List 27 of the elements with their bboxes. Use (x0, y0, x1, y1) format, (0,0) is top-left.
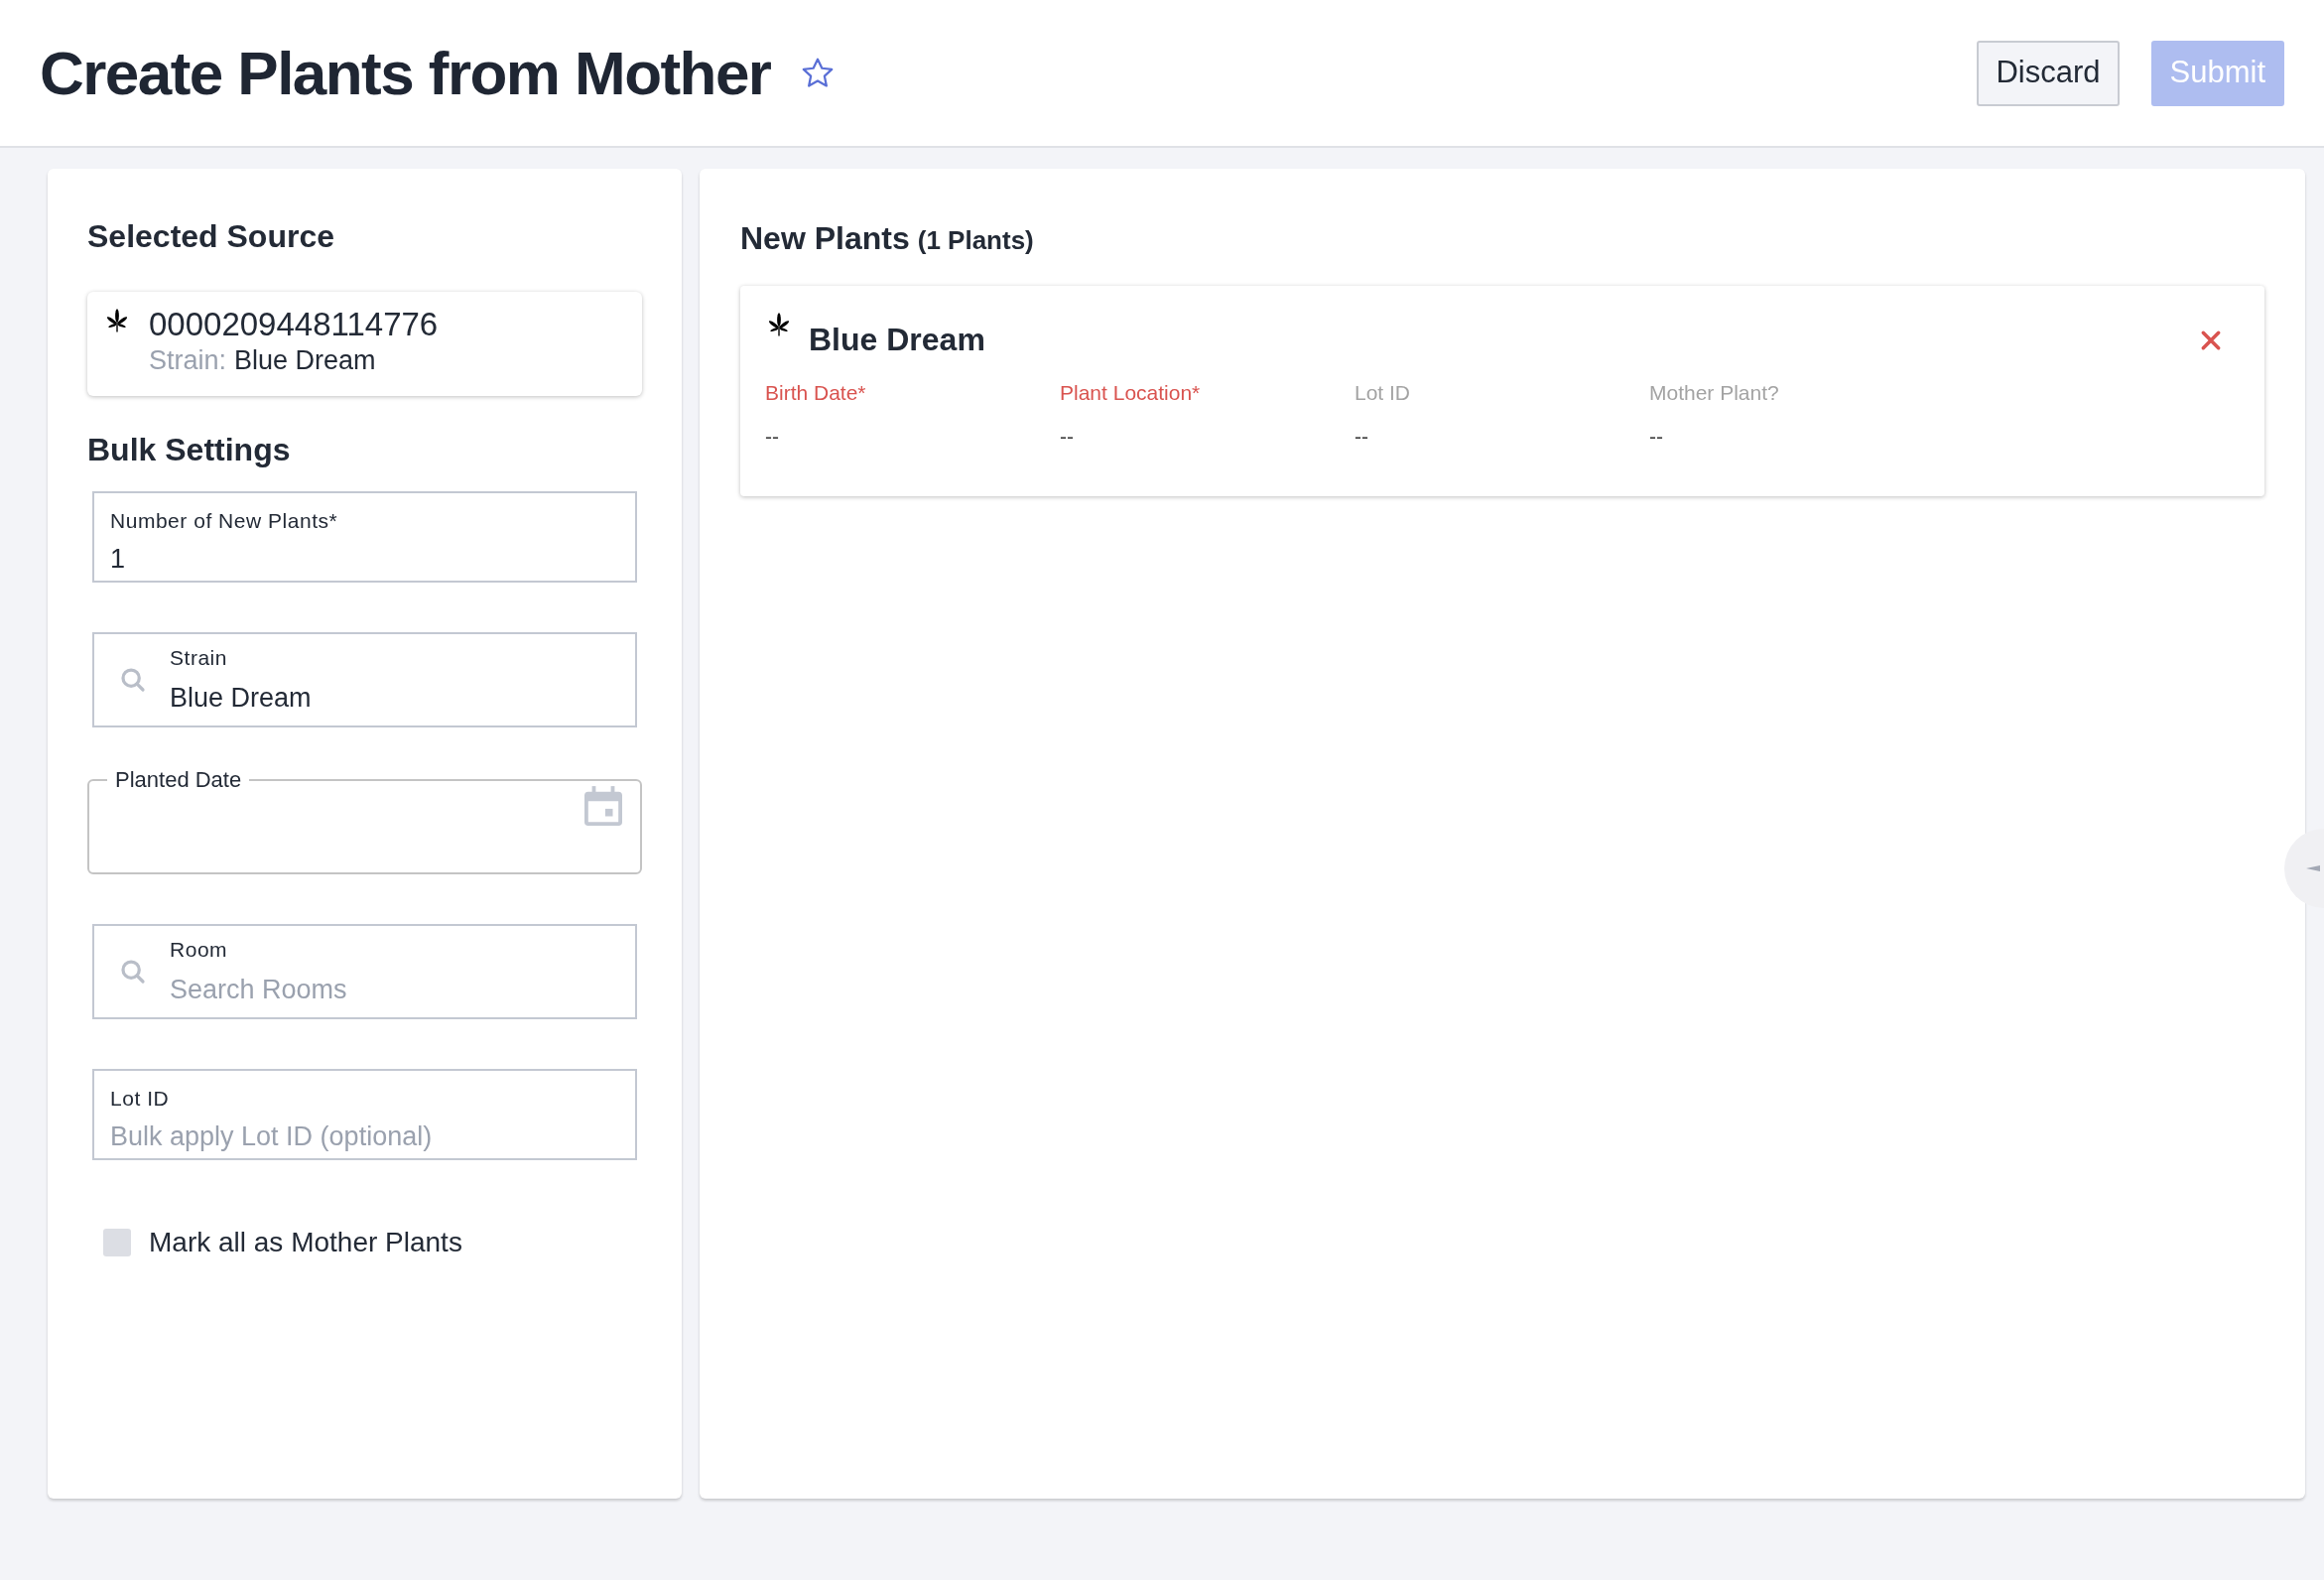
search-field[interactable]: Room Search Rooms (92, 924, 637, 1019)
section-heading: New Plants (740, 219, 910, 258)
close-icon (2200, 329, 2222, 351)
field-label: Mother Plant? (1649, 380, 1780, 406)
page-title: Create Plants from Mother (40, 38, 771, 109)
calendar-icon (584, 786, 622, 828)
field-label: Plant Location* (1060, 380, 1202, 406)
field-value: -- (765, 423, 780, 450)
text-field[interactable]: Number of New Plants* 1 (92, 491, 637, 583)
arrow-icon (2306, 865, 2320, 871)
field-label: Birth Date* (765, 380, 867, 406)
field-value: -- (1355, 423, 1369, 450)
section-heading: Selected Source (87, 217, 335, 256)
plant-count: (1 Plants) (917, 224, 1034, 257)
field-value: -- (1649, 423, 1664, 450)
field-value: -- (1060, 423, 1075, 450)
plant-name: Blue Dream (809, 321, 985, 359)
field-label: Lot ID (1355, 380, 1412, 406)
text-field[interactable]: Lot ID Bulk apply Lot ID (optional) (92, 1069, 637, 1160)
checkbox[interactable] (103, 1229, 131, 1256)
section-heading: Bulk Settings (87, 431, 292, 469)
source-id: 0000209448114776 (149, 306, 439, 343)
search-field[interactable]: Strain Blue Dream (92, 632, 637, 727)
checkbox-label: Mark all as Mother Plants (149, 1226, 462, 1259)
strain-label: Strain: (149, 344, 227, 377)
discard-button[interactable]: Discard (1977, 40, 2120, 106)
strain-value: Blue Dream (234, 344, 376, 377)
